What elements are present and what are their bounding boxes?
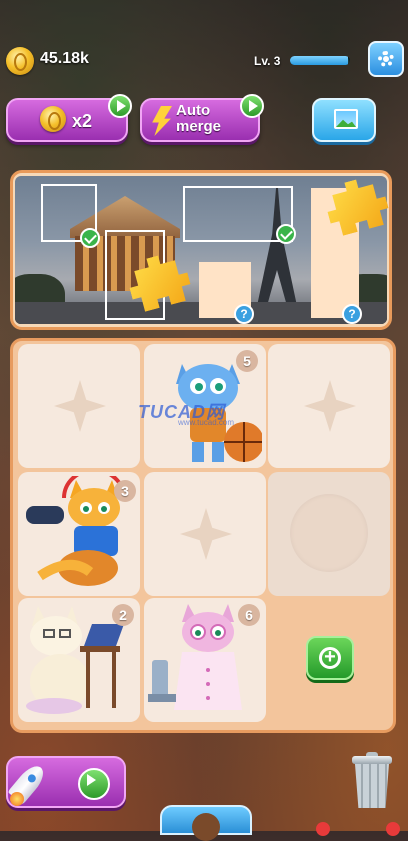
sparkle-placeholder-icon <box>54 380 106 432</box>
auto-merge-button[interactable]: Auto merge <box>140 94 264 142</box>
gear-icon <box>378 51 394 67</box>
avatar <box>192 813 220 841</box>
level-badge: 5 <box>236 350 258 372</box>
puzzle-photo <box>15 176 387 324</box>
board-cell-empty[interactable] <box>18 344 140 468</box>
board-cell-locked[interactable] <box>268 472 390 596</box>
sparkle-placeholder-icon <box>304 380 356 432</box>
level-badge: 2 <box>112 604 134 626</box>
auto-merge-label-line2: merge <box>176 118 222 135</box>
level-progress-fill <box>290 56 349 65</box>
play-video-icon <box>240 94 264 118</box>
flame-icon <box>10 792 24 806</box>
add-item-button[interactable] <box>306 636 354 680</box>
board-cell-empty[interactable] <box>144 472 266 596</box>
sparkle-placeholder-icon <box>180 508 232 560</box>
check-icon <box>276 224 296 244</box>
trash-icon <box>355 764 389 808</box>
auto-merge-label-line1: Auto <box>176 102 211 119</box>
notification-dot <box>386 822 400 836</box>
notification-dot <box>316 822 330 836</box>
coin-icon <box>6 47 34 75</box>
watermark-subtext: www.tucad.com <box>178 418 235 427</box>
lightning-icon <box>152 106 172 136</box>
empty-slot-circle <box>290 494 368 572</box>
trash-can-button[interactable] <box>352 752 392 808</box>
settings-button[interactable] <box>368 41 404 77</box>
board-cell-pink-cat[interactable]: 6 <box>144 598 266 722</box>
board-cell-orange-cat[interactable]: 3 <box>18 472 140 596</box>
board-cell-white-cat[interactable]: 2 <box>18 598 140 722</box>
board-cell-empty[interactable] <box>268 344 390 468</box>
picture-icon <box>334 109 358 129</box>
play-video-icon <box>78 768 110 800</box>
trash-lid <box>352 756 392 764</box>
question-icon: ? <box>234 304 254 324</box>
coin-balance: 45.18k <box>40 50 89 67</box>
check-icon <box>80 228 100 248</box>
level-progress-bar <box>290 56 350 65</box>
double-coins-button[interactable]: x2 <box>6 94 132 142</box>
level-label: Lv. 3 <box>254 54 281 68</box>
coin-icon <box>40 106 66 132</box>
play-video-icon <box>108 94 132 118</box>
question-icon: ? <box>342 304 362 324</box>
double-coins-label: x2 <box>72 111 93 131</box>
gallery-button[interactable] <box>312 98 376 142</box>
level-badge: 3 <box>114 480 136 502</box>
auto-merge-label: Auto merge <box>176 103 221 135</box>
rocket-boost-button[interactable] <box>6 756 126 808</box>
level-badge: 6 <box>238 604 260 626</box>
